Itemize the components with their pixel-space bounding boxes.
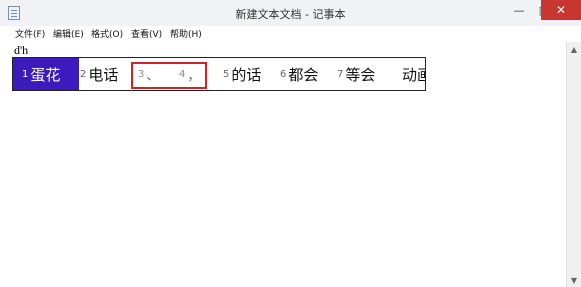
candidate-number: 5 bbox=[223, 68, 230, 80]
menu-help[interactable]: 帮助(H) bbox=[170, 27, 202, 40]
vertical-scrollbar[interactable]: ▲ ▼ bbox=[566, 42, 581, 287]
candidate-word: 都会 bbox=[288, 65, 319, 84]
menu-edit[interactable]: 编辑(E) bbox=[53, 27, 84, 40]
composition-text: d'h bbox=[14, 43, 29, 58]
menu-bar: 文件(F) 编辑(E) 格式(O) 查看(V) 帮助(H) bbox=[0, 26, 581, 43]
candidate-word: 等会 bbox=[345, 65, 376, 84]
minimize-button[interactable]: — bbox=[506, 0, 532, 20]
annotation-highlight-box bbox=[131, 62, 207, 89]
candidate-7[interactable]: 7 等会 bbox=[337, 58, 375, 90]
candidate-word: 蛋花 bbox=[30, 65, 61, 84]
candidate-word: 动画 bbox=[402, 65, 425, 84]
notepad-window: 新建文本文档 - 记事本 — □ ✕ 文件(F) 编辑(E) 格式(O) 查看(… bbox=[0, 0, 581, 287]
candidate-number: 7 bbox=[337, 68, 344, 80]
arrow-up-icon[interactable]: ▲ bbox=[567, 42, 581, 56]
candidate-1[interactable]: 1 蛋花 bbox=[13, 58, 79, 90]
menu-format[interactable]: 格式(O) bbox=[91, 27, 123, 40]
candidate-2[interactable]: 2 电话 bbox=[80, 58, 118, 90]
title-bar: 新建文本文档 - 记事本 — □ ✕ bbox=[0, 0, 581, 27]
close-button[interactable]: ✕ bbox=[541, 0, 581, 20]
candidate-6[interactable]: 6 都会 bbox=[280, 58, 318, 90]
candidate-word: 电话 bbox=[88, 65, 119, 84]
candidate-number: 6 bbox=[280, 68, 287, 80]
ime-candidate-bar: 1 蛋花 2 电话 3 、 4 ， 5 的话 6 都会 7 等会 动画 bbox=[12, 57, 426, 91]
arrow-down-icon[interactable]: ▼ bbox=[567, 273, 581, 287]
window-title: 新建文本文档 - 记事本 bbox=[235, 8, 346, 21]
menu-view[interactable]: 查看(V) bbox=[131, 27, 162, 40]
candidate-8[interactable]: 动画 bbox=[400, 58, 425, 90]
candidate-word: 的话 bbox=[231, 65, 262, 84]
menu-file[interactable]: 文件(F) bbox=[15, 27, 45, 40]
candidate-number: 1 bbox=[22, 68, 29, 80]
candidate-number: 2 bbox=[80, 68, 87, 80]
candidate-5[interactable]: 5 的话 bbox=[223, 58, 261, 90]
